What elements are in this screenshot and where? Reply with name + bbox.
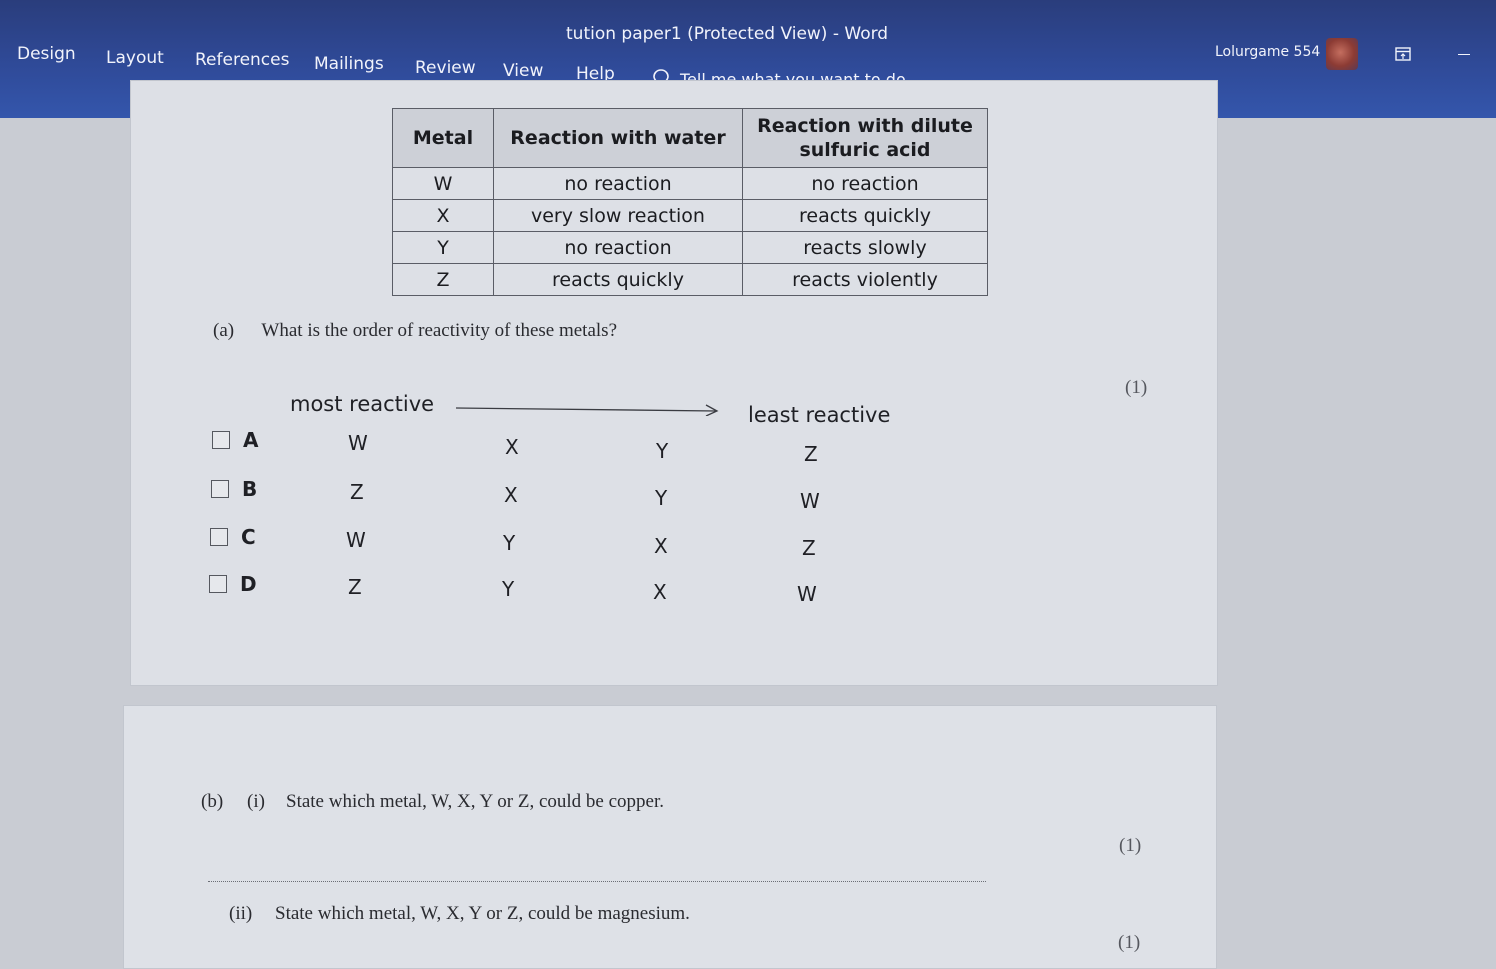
ribbon-display-options-icon[interactable] [1395, 47, 1411, 61]
most-reactive-label: most reactive [290, 392, 435, 416]
table-header: Reaction with water [493, 108, 743, 168]
option-b-metal-3: Y [655, 486, 668, 510]
question-a-label: (a) [213, 320, 235, 341]
option-b-metal-1: Z [350, 480, 364, 504]
tab-mailings[interactable]: Mailings [314, 54, 384, 74]
question-b-ii-label: (ii) [229, 903, 253, 924]
table-cell: very slow reaction [493, 199, 743, 232]
question-b-label: (b) [201, 791, 224, 812]
reactivity-arrow-icon [456, 404, 719, 416]
table-row: Y no reaction reacts slowly [392, 231, 988, 264]
option-c-checkbox[interactable] [210, 528, 228, 546]
option-c-metal-3: X [654, 534, 668, 558]
table-header: Reaction with dilute sulfuric acid [742, 108, 988, 168]
option-b-checkbox[interactable] [211, 480, 229, 498]
table-cell: reacts slowly [742, 231, 988, 264]
table-cell: no reaction [742, 167, 988, 200]
tab-review[interactable]: Review [415, 58, 476, 78]
marks-b-ii: (1) [1118, 932, 1141, 953]
table-cell: reacts quickly [493, 263, 743, 296]
table-cell: Z [392, 263, 494, 296]
minimize-button[interactable] [1458, 54, 1470, 55]
question-b-i-text: State which metal, W, X, Y or Z, could b… [286, 791, 664, 812]
tab-design[interactable]: Design [17, 44, 76, 64]
option-a-metal-2: X [505, 435, 519, 459]
table-cell: W [392, 167, 494, 200]
option-a-metal-3: Y [656, 439, 669, 463]
question-a-text: What is the order of reactivity of these… [261, 320, 618, 341]
table-cell: reacts violently [742, 263, 988, 296]
marks-b-i: (1) [1119, 835, 1142, 856]
question-a: (a) What is the order of reactivity of t… [213, 320, 617, 342]
question-b-i-label: (i) [247, 791, 265, 812]
document-title: tution paper1 (Protected View) - Word [566, 24, 889, 44]
option-c-metal-1: W [346, 528, 366, 552]
option-d-letter: D [240, 572, 257, 596]
option-b-metal-4: W [800, 489, 820, 513]
document-page-next [123, 705, 1217, 969]
tab-references[interactable]: References [195, 50, 289, 70]
table-header-row: Metal Reaction with water Reaction with … [392, 108, 988, 168]
table-cell: Y [392, 231, 494, 264]
option-b-metal-2: X [504, 483, 518, 507]
option-a-letter: A [243, 428, 259, 452]
option-d-metal-1: Z [348, 575, 362, 599]
tab-view[interactable]: View [503, 61, 543, 81]
table-cell: no reaction [493, 167, 743, 200]
option-c-metal-4: Z [802, 536, 816, 560]
option-d-metal-3: X [653, 580, 667, 604]
table-header: Metal [392, 108, 494, 168]
question-b-ii-text: State which metal, W, X, Y or Z, could b… [275, 903, 690, 924]
marks-a: (1) [1125, 377, 1148, 398]
option-b-letter: B [242, 477, 258, 501]
table-row: W no reaction no reaction [392, 167, 988, 200]
least-reactive-label: least reactive [748, 403, 891, 427]
option-d-metal-4: W [797, 582, 817, 606]
option-a-metal-1: W [348, 431, 368, 455]
option-a-metal-4: Z [804, 442, 818, 466]
option-d-checkbox[interactable] [209, 575, 227, 593]
table-cell: reacts quickly [742, 199, 988, 232]
tab-layout[interactable]: Layout [106, 48, 164, 68]
user-name[interactable]: Lolurgame 554 [1215, 44, 1320, 60]
option-d-metal-2: Y [502, 577, 515, 601]
reactivity-table: Metal Reaction with water Reaction with … [392, 108, 988, 296]
option-a-checkbox[interactable] [212, 431, 230, 449]
option-c-metal-2: Y [503, 531, 516, 555]
table-row: Z reacts quickly reacts violently [392, 263, 988, 296]
avatar[interactable] [1326, 38, 1358, 70]
option-c-letter: C [241, 525, 256, 549]
table-cell: X [392, 199, 494, 232]
table-row: X very slow reaction reacts quickly [392, 199, 988, 232]
table-cell: no reaction [493, 231, 743, 264]
answer-line[interactable] [208, 881, 986, 882]
